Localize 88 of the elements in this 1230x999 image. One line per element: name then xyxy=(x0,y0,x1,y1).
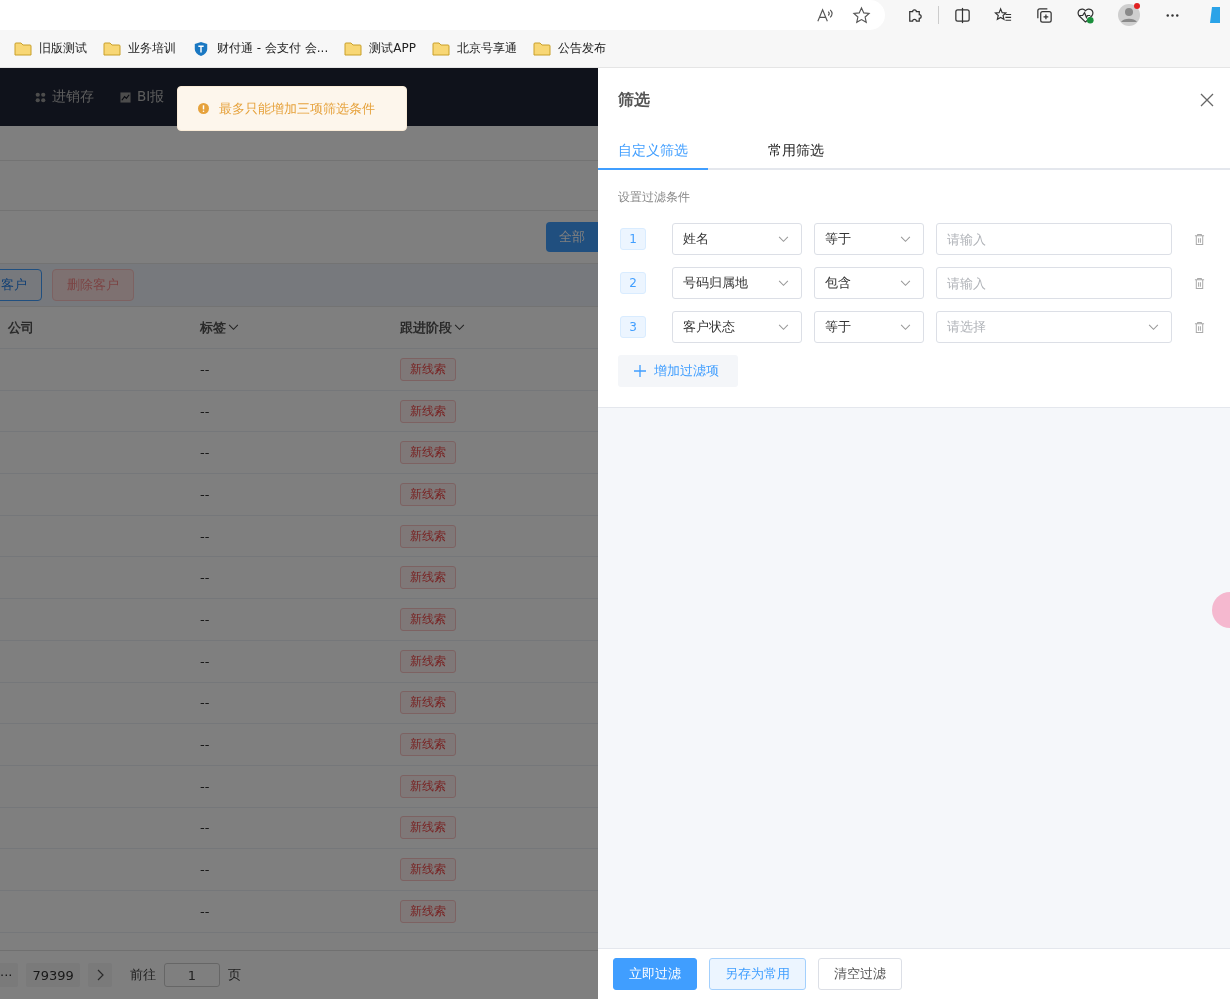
chevron-down-icon xyxy=(778,279,789,287)
field-select[interactable]: 客户状态 xyxy=(672,311,802,343)
stage-tag: 新线索 xyxy=(400,524,456,548)
bookmark[interactable]: 旧版测试 xyxy=(14,40,87,57)
field-select[interactable]: 姓名 xyxy=(672,223,802,255)
drawer-title: 筛选 xyxy=(618,89,650,111)
health-icon[interactable] xyxy=(1076,5,1095,25)
bookmark[interactable]: 财付通 - 会支付 会... xyxy=(192,40,329,57)
chevron-down-icon xyxy=(778,323,789,331)
stage-tag: 新线索 xyxy=(400,733,456,757)
trash-icon[interactable] xyxy=(1194,232,1205,246)
collections-icon[interactable] xyxy=(1035,5,1054,25)
caret-icon[interactable] xyxy=(454,324,465,331)
plus-icon xyxy=(634,365,646,377)
bookmark[interactable]: 业务培训 xyxy=(103,40,176,57)
stage-tag: 新线索 xyxy=(400,482,456,506)
split-screen-icon[interactable] xyxy=(953,5,972,25)
stage-tag: 新线索 xyxy=(400,899,456,923)
chevron-down-icon xyxy=(778,235,789,243)
tab[interactable]: 常用筛选 xyxy=(708,132,824,170)
table-cell: -- xyxy=(200,778,210,794)
table-cell: -- xyxy=(200,653,210,669)
column-header: 标签 xyxy=(200,318,226,337)
goto-label: 前往 xyxy=(129,966,156,984)
table-cell: -- xyxy=(200,611,210,627)
stage-tag: 新线索 xyxy=(400,607,456,631)
value-input[interactable]: 请输入 xyxy=(936,223,1172,255)
chevron-right-icon xyxy=(95,969,104,981)
stage-tag: 新线索 xyxy=(400,357,456,381)
table-cell: -- xyxy=(200,361,210,377)
stage-tag: 新线索 xyxy=(400,649,456,673)
table-cell: -- xyxy=(200,445,210,461)
table-cell: -- xyxy=(200,486,210,502)
stage-tag: 新线索 xyxy=(400,816,456,840)
table-cell: -- xyxy=(200,695,210,711)
folder-icon xyxy=(103,40,121,57)
star-icon[interactable] xyxy=(852,5,871,25)
grid-icon xyxy=(35,91,46,103)
chevron-down-icon xyxy=(1148,323,1159,331)
bookmark[interactable]: 公告发布 xyxy=(532,40,606,57)
operator-select[interactable]: 等于 xyxy=(814,311,924,343)
value-input[interactable]: 请输入 xyxy=(936,267,1172,299)
folder-icon xyxy=(14,40,32,57)
stage-tag: 新线索 xyxy=(400,774,456,798)
table-cell: -- xyxy=(200,403,210,419)
table-cell: -- xyxy=(200,570,210,586)
trash-icon[interactable] xyxy=(1194,320,1205,334)
bookmark[interactable]: 测试APP xyxy=(344,40,416,57)
table-cell: -- xyxy=(200,737,210,753)
caret-icon[interactable] xyxy=(228,324,239,331)
profile-avatar-icon[interactable] xyxy=(1117,3,1141,27)
table-cell: -- xyxy=(200,528,210,544)
chart-icon xyxy=(120,91,131,103)
chevron-down-icon xyxy=(900,323,911,331)
page-suffix: 页 xyxy=(227,966,241,984)
table-cell: -- xyxy=(200,820,210,836)
trash-icon[interactable] xyxy=(1194,276,1205,290)
chevron-down-icon xyxy=(900,235,911,243)
section-label: 设置过滤条件 xyxy=(618,190,691,205)
row-number: 1 xyxy=(620,228,646,250)
stage-tag: 新线索 xyxy=(400,858,456,882)
row-number: 2 xyxy=(620,272,646,294)
toast-message: 最多只能增加三项筛选条件 xyxy=(219,99,375,118)
folder-icon xyxy=(532,40,551,57)
table-cell: -- xyxy=(200,862,210,878)
operator-select[interactable]: 等于 xyxy=(814,223,924,255)
operator-select[interactable]: 包含 xyxy=(814,267,924,299)
row-number: 3 xyxy=(620,316,646,338)
folder-icon xyxy=(431,40,450,57)
column-header: 公司 xyxy=(8,318,34,337)
warning-icon xyxy=(198,103,209,114)
table-cell: -- xyxy=(200,903,210,919)
page-input[interactable]: 1 xyxy=(163,963,220,987)
stage-tag: 新线索 xyxy=(400,566,456,590)
folder-icon xyxy=(344,40,363,57)
page-button[interactable]: 79399 xyxy=(26,963,80,987)
stage-tag: 新线索 xyxy=(400,691,456,715)
column-header: 跟进阶段 xyxy=(400,318,452,337)
bookmark[interactable]: 北京号享通 xyxy=(431,40,517,57)
copilot-icon[interactable] xyxy=(1208,5,1220,25)
shield-icon xyxy=(192,40,210,57)
close-icon[interactable] xyxy=(1200,93,1214,107)
stage-tag: 新线索 xyxy=(400,399,456,423)
chevron-down-icon xyxy=(900,279,911,287)
more-pages-button[interactable]: ··· xyxy=(0,963,19,987)
field-select[interactable]: 号码归属地 xyxy=(672,267,802,299)
stage-tag: 新线索 xyxy=(400,441,456,465)
footer-button[interactable]: 清空过滤 xyxy=(818,958,902,990)
